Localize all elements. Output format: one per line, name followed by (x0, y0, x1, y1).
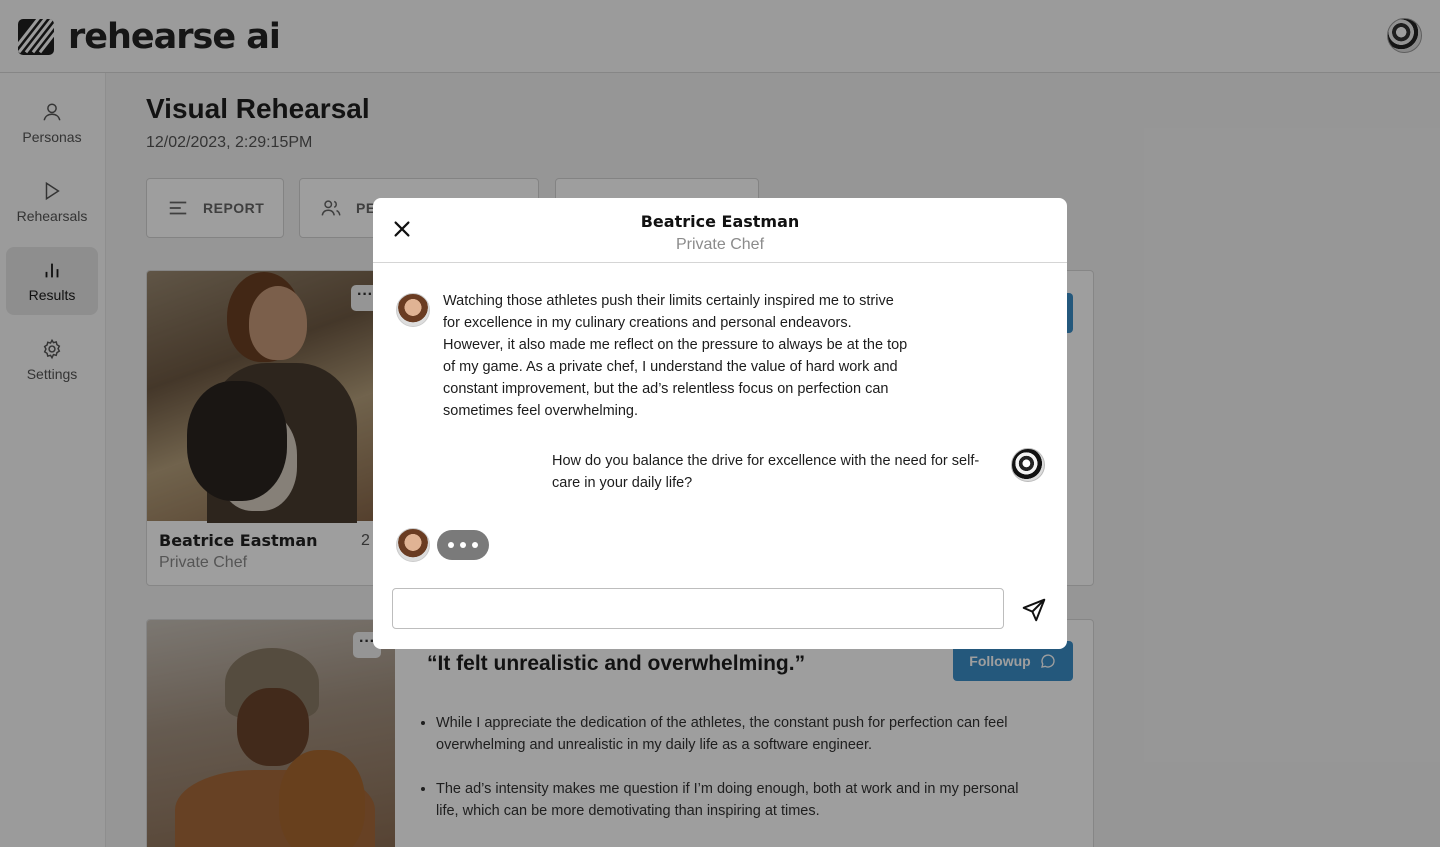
typing-indicator (437, 530, 489, 560)
modal-header: Beatrice Eastman Private Chef (373, 198, 1067, 263)
user-avatar (1011, 448, 1045, 482)
modal-persona-role: Private Chef (675, 236, 765, 253)
persona-avatar (396, 293, 430, 327)
chat-input[interactable] (392, 588, 1004, 629)
persona-avatar (396, 528, 430, 562)
user-message: How do you balance the drive for excelle… (552, 453, 980, 491)
persona-message: Watching those athletes push their limit… (443, 293, 908, 419)
send-icon[interactable] (1021, 597, 1047, 623)
followup-chat-modal: Beatrice Eastman Private Chef Watching t… (373, 198, 1067, 649)
modal-persona-name: Beatrice Eastman (640, 212, 800, 231)
